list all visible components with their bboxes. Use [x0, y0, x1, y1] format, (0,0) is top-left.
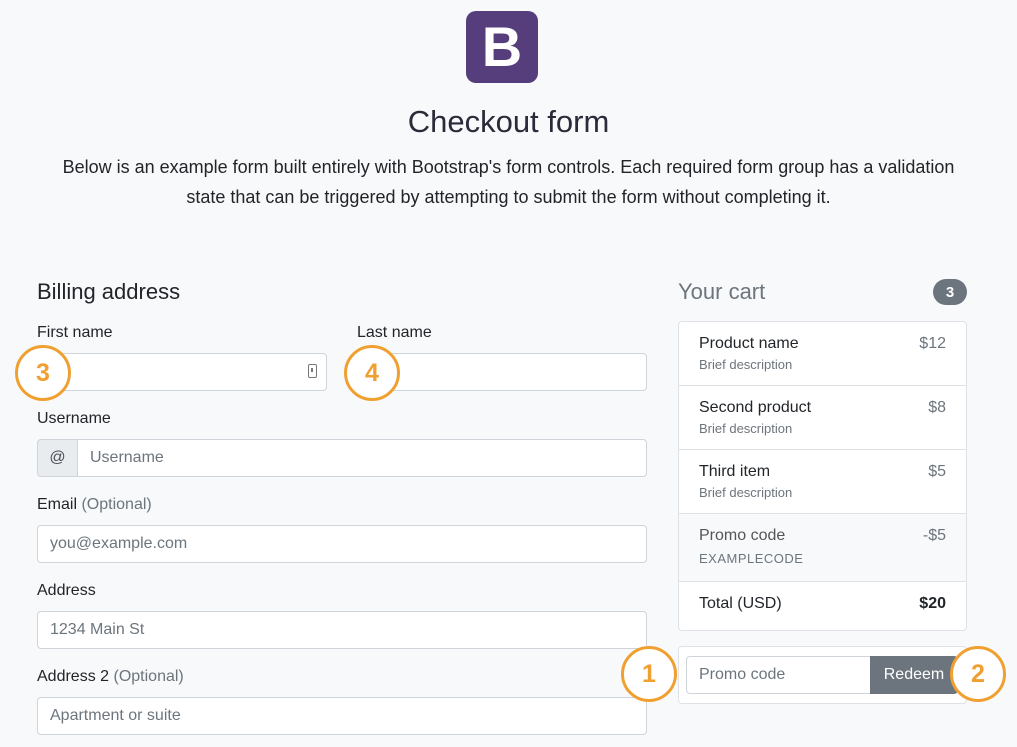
cart-item-desc: Brief description: [699, 421, 793, 436]
callout-2: 2: [950, 646, 1006, 702]
address2-placeholder: Apartment or suite: [50, 707, 181, 724]
email-placeholder: you@example.com: [50, 535, 188, 552]
cart-item: Product name Brief description $12: [679, 322, 966, 386]
username-label: Username: [37, 410, 111, 427]
cart-item-price: $12: [919, 335, 946, 352]
callout-3: 3: [15, 345, 71, 401]
cart-item: Second product Brief description $8: [679, 386, 966, 450]
page-title: Checkout form: [407, 104, 610, 139]
billing-title: Billing address: [37, 279, 181, 304]
promo-code-text: EXAMPLECODE: [699, 551, 804, 566]
last-name-label: Last name: [357, 324, 432, 341]
logo-letter: B: [481, 15, 523, 78]
lead-line-1: Below is an example form built entirely …: [62, 157, 955, 177]
cart-item-name: Second product: [699, 399, 812, 416]
cart-item-price: $5: [928, 463, 946, 480]
email-input[interactable]: you@example.com: [37, 525, 647, 563]
username-placeholder: Username: [90, 449, 164, 466]
address-label: Address: [37, 582, 96, 599]
first-name-label: First name: [37, 324, 113, 341]
cart-item-name: Third item: [699, 463, 771, 480]
email-label-text: Email: [37, 496, 78, 513]
page-lead: Below is an example form built entirely …: [40, 152, 977, 212]
promo-code-input[interactable]: Promo code: [686, 656, 872, 694]
cart-item-name: Product name: [699, 335, 799, 352]
cart-item-price: $8: [928, 399, 946, 416]
promo-code-placeholder: Promo code: [699, 666, 786, 683]
callout-1: 1: [621, 646, 677, 702]
username-input[interactable]: Username: [77, 439, 647, 477]
cart-total-row: Total (USD) $20: [679, 582, 966, 630]
cart-item: Third item Brief description $5: [679, 450, 966, 514]
cart-list: Product name Brief description $12 Secon…: [678, 321, 967, 631]
address2-optional-text: (Optional): [113, 668, 184, 685]
lead-line-2: state that can be triggered by attemptin…: [186, 187, 831, 207]
email-label: Email (Optional): [37, 496, 152, 514]
promo-discount: -$5: [922, 527, 946, 544]
address-placeholder: 1234 Main St: [50, 621, 145, 638]
total-label: Total (USD): [699, 595, 782, 612]
promo-name: Promo code: [699, 527, 786, 544]
bootstrap-logo: B: [466, 11, 538, 83]
address2-input[interactable]: Apartment or suite: [37, 697, 647, 735]
at-sign-addon: @: [37, 439, 78, 477]
email-optional-text: (Optional): [81, 496, 152, 513]
first-name-input[interactable]: [37, 353, 327, 391]
cart-item-desc: Brief description: [699, 357, 793, 372]
password-manager-key-icon[interactable]: [308, 364, 317, 378]
callout-4: 4: [344, 345, 400, 401]
address2-label-text: Address 2: [37, 668, 110, 685]
address2-label: Address 2 (Optional): [37, 668, 184, 686]
cart-item-desc: Brief description: [699, 485, 793, 500]
last-name-input[interactable]: [357, 353, 647, 391]
cart-count-badge: 3: [933, 279, 967, 305]
redeem-button[interactable]: Redeem: [870, 656, 958, 694]
cart-promo-row: Promo code EXAMPLECODE -$5: [679, 514, 966, 582]
address-input[interactable]: 1234 Main St: [37, 611, 647, 649]
cart-title: Your cart: [678, 279, 766, 304]
total-value: $20: [919, 595, 946, 612]
